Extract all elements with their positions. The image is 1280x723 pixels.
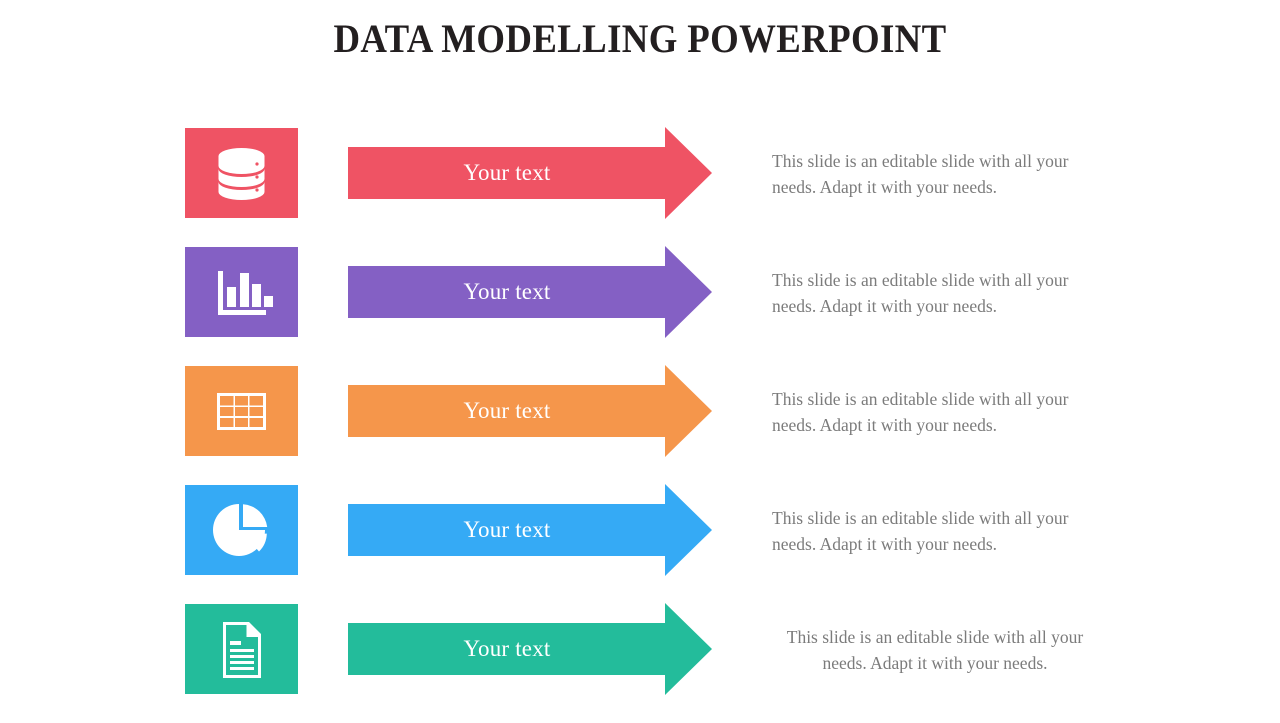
icon-tile-document[interactable] — [185, 604, 298, 694]
pie-chart-icon — [185, 485, 298, 575]
row-description: This slide is an editable slide with all… — [772, 151, 1069, 197]
rows-container: Your text This slide is an editable slid… — [0, 127, 1280, 723]
slide-canvas: DATA MODELLING POWERPOINT Your text This… — [0, 0, 1280, 720]
row-description: This slide is an editable slide with all… — [786, 627, 1084, 673]
list-item[interactable]: Your text This slide is an editable slid… — [0, 603, 1280, 695]
row-description: This slide is an editable slide with all… — [772, 270, 1069, 316]
bar-chart-icon — [185, 247, 298, 337]
arrow-shape-3[interactable]: Your text — [348, 356, 712, 466]
document-icon — [185, 604, 298, 694]
arrow-shape-5[interactable]: Your text — [348, 594, 712, 704]
row-description: This slide is an editable slide with all… — [772, 508, 1069, 554]
page-title: DATA MODELLING POWERPOINT — [333, 16, 947, 61]
arrow-icon — [348, 127, 712, 219]
arrow-icon — [348, 484, 712, 576]
table-grid-icon — [185, 366, 298, 456]
arrow-icon — [348, 365, 712, 457]
list-item[interactable]: Your text This slide is an editable slid… — [0, 484, 1280, 576]
database-icon — [185, 128, 298, 218]
list-item[interactable]: Your text This slide is an editable slid… — [0, 365, 1280, 457]
arrow-shape-1[interactable]: Your text — [348, 118, 712, 228]
row-description: This slide is an editable slide with all… — [772, 389, 1069, 435]
arrow-shape-4[interactable]: Your text — [348, 475, 712, 585]
icon-tile-database[interactable] — [185, 128, 298, 218]
arrow-shape-2[interactable]: Your text — [348, 237, 712, 347]
icon-tile-table[interactable] — [185, 366, 298, 456]
list-item[interactable]: Your text This slide is an editable slid… — [0, 127, 1280, 219]
icon-tile-pie-chart[interactable] — [185, 485, 298, 575]
list-item[interactable]: Your text This slide is an editable slid… — [0, 246, 1280, 338]
arrow-icon — [348, 603, 712, 695]
icon-tile-bar-chart[interactable] — [185, 247, 298, 337]
arrow-icon — [348, 246, 712, 338]
